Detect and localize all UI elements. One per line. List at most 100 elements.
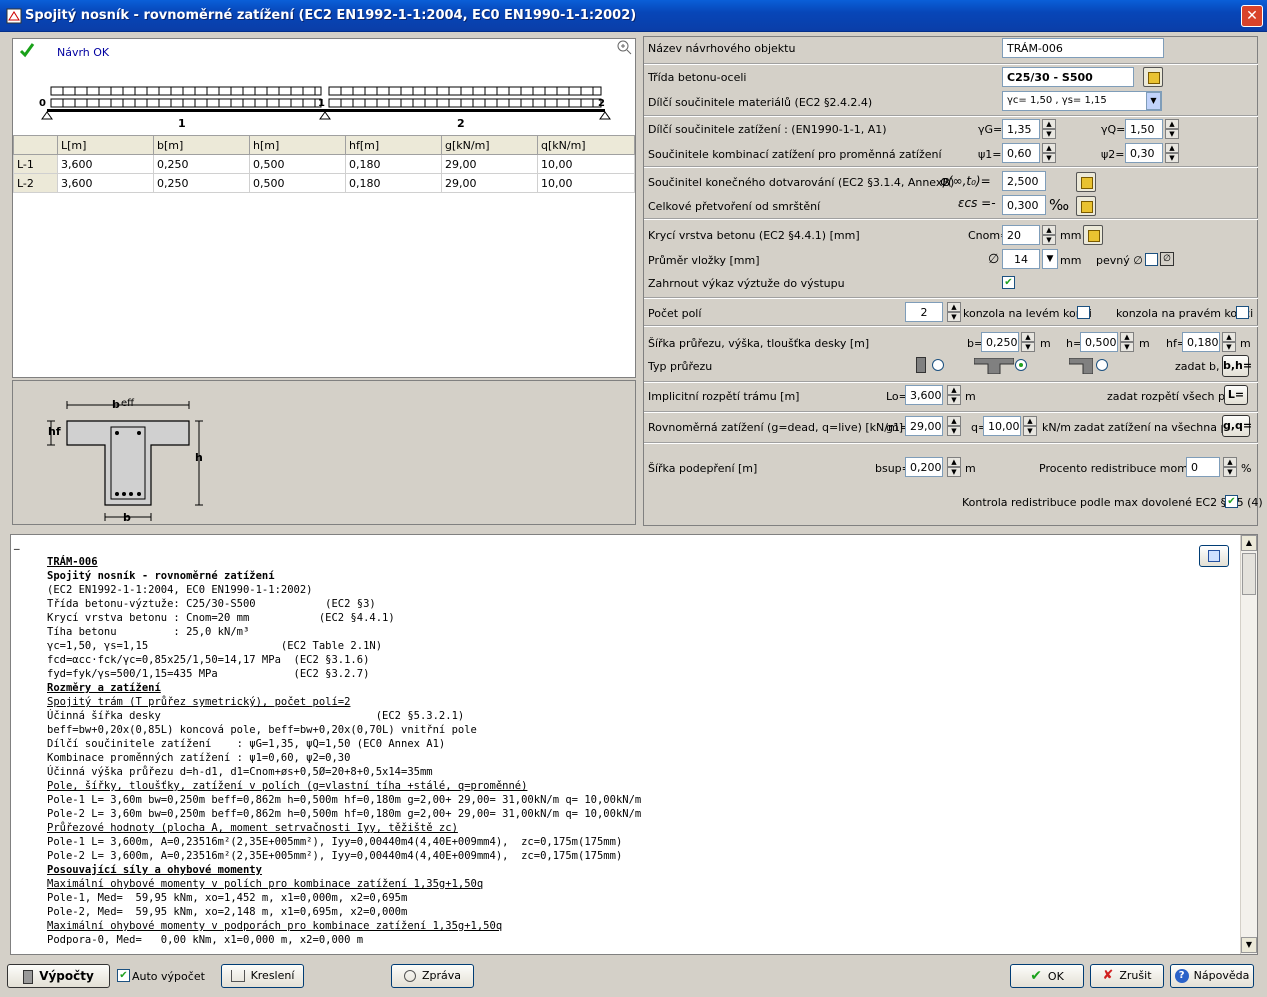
cnom-spinner[interactable]: ▲ ▼ xyxy=(1042,225,1056,245)
scroll-down-arrow[interactable]: ▼ xyxy=(1241,937,1257,953)
table-row[interactable]: L-2 3,600 0,250 0,500 0,180 29,00 10,00 xyxy=(13,173,635,193)
g1-input[interactable]: 29,00 xyxy=(905,416,943,436)
zoom-icon[interactable] xyxy=(616,39,632,55)
g1-spinner[interactable]: ▲ ▼ xyxy=(947,416,961,436)
redistribution-input[interactable]: 0 xyxy=(1186,457,1220,477)
table-cell[interactable]: 10,00 xyxy=(537,173,635,193)
gammaQ-input[interactable]: 1,50 xyxy=(1125,119,1163,139)
num-spans-spinner[interactable]: ▲ ▼ xyxy=(947,302,961,322)
hf-input[interactable]: 0,180 xyxy=(1182,332,1220,352)
report-output[interactable]: _ TRÁM-006 Spojitý nosník - rovnoměrné za… xyxy=(10,534,1258,955)
print-report-button[interactable] xyxy=(1199,545,1229,567)
table-header: g[kN/m] xyxy=(441,135,538,155)
q-spinner[interactable]: ▲ ▼ xyxy=(1023,416,1037,436)
table-cell[interactable]: 3,600 xyxy=(57,154,154,174)
cover-calc-button[interactable] xyxy=(1083,225,1103,245)
t-section-radio[interactable] xyxy=(1015,359,1027,371)
hf-spinner[interactable]: ▲ ▼ xyxy=(1222,332,1236,352)
object-name-input[interactable]: TRÁM-006 xyxy=(1002,38,1164,58)
help-button[interactable]: ? Nápověda xyxy=(1170,964,1254,988)
title-bar: Spojitý nosník - rovnoměrné zatížení (EC… xyxy=(0,0,1267,32)
h-spinner[interactable]: ▲ ▼ xyxy=(1120,332,1134,352)
calculations-button[interactable]: Výpočty xyxy=(7,964,110,988)
b-unit: m xyxy=(1040,337,1051,350)
creep-calc-button[interactable] xyxy=(1076,172,1096,192)
fixed-diameter-checkbox[interactable] xyxy=(1145,253,1158,266)
right-cantilever-checkbox[interactable] xyxy=(1236,306,1249,319)
magnifier-icon xyxy=(403,970,416,982)
support-label-0: 0 xyxy=(39,98,46,109)
table-row[interactable]: L-1 3,600 0,250 0,500 0,180 29,00 10,00 xyxy=(13,154,635,174)
table-cell[interactable]: 0,180 xyxy=(345,173,442,193)
cnom-input[interactable]: 20 xyxy=(1002,225,1040,245)
table-cell[interactable]: 29,00 xyxy=(441,154,538,174)
scroll-up-arrow[interactable]: ▲ xyxy=(1241,535,1257,551)
report-line: Kombinace proměnných zatížení : ψ1=0,60,… xyxy=(47,752,351,764)
material-factors-select[interactable]: γc= 1,50 , γs= 1,15 xyxy=(1002,91,1162,111)
h-input[interactable]: 0,500 xyxy=(1080,332,1118,352)
ok-button[interactable]: ✔ OK xyxy=(1010,964,1084,988)
include-rebar-checkbox[interactable]: ✔ xyxy=(1002,276,1015,289)
concrete-class-field[interactable]: C25/30 - S500 xyxy=(1002,67,1134,87)
rectangle-section-radio[interactable] xyxy=(932,359,944,371)
gammaG-label: γG= xyxy=(978,123,1003,136)
left-cantilever-checkbox[interactable] xyxy=(1077,306,1090,319)
right-cantilever-label: konzola na pravém konci xyxy=(1116,307,1254,320)
table-header: L[m] xyxy=(57,135,154,155)
table-cell[interactable]: 0,500 xyxy=(249,173,346,193)
table-cell[interactable]: 29,00 xyxy=(441,173,538,193)
set-load-button[interactable]: g,q= xyxy=(1222,415,1252,437)
shrink-calc-button[interactable] xyxy=(1076,196,1096,216)
b-spinner[interactable]: ▲ ▼ xyxy=(1021,332,1035,352)
num-spans-input[interactable]: 2 xyxy=(905,302,943,322)
auto-calc-checkbox[interactable]: ✔ xyxy=(117,969,130,982)
scroll-thumb[interactable] xyxy=(1242,553,1256,595)
psi2-input[interactable]: 0,30 xyxy=(1125,143,1163,163)
num-spans-label: Počet polí xyxy=(648,307,702,320)
support-width-label: Šířka podepření [m] xyxy=(648,462,758,475)
shrink-label: Celkové přetvoření od smrštění xyxy=(648,200,821,213)
bsup-input[interactable]: 0,200 xyxy=(905,457,943,477)
q-input[interactable]: 10,00 xyxy=(983,416,1021,436)
report-line: Účinná výška průřezu d=h-d1, d1=Cnom+øs+… xyxy=(47,766,433,778)
spans-table[interactable]: L[m] b[m] h[m] hf[m] g[kN/m] q[kN/m] L-1… xyxy=(13,135,635,193)
table-cell[interactable]: 0,180 xyxy=(345,154,442,174)
table-cell[interactable]: 10,00 xyxy=(537,154,635,174)
set-bh-button[interactable]: b,h= xyxy=(1222,355,1252,377)
lo-input[interactable]: 3,600 xyxy=(905,385,943,405)
set-span-button[interactable]: L= xyxy=(1224,385,1248,405)
psi2-spinner[interactable]: ▲ ▼ xyxy=(1165,143,1179,163)
redistribution-check-checkbox[interactable]: ✔ xyxy=(1225,495,1238,508)
report-line: Pole-2 L= 3,60m bw=0,250m beff=0,862m h=… xyxy=(47,808,642,820)
cancel-button[interactable]: ✘ Zrušit xyxy=(1090,964,1164,988)
table-cell[interactable]: 3,600 xyxy=(57,173,154,193)
gammaQ-spinner[interactable]: ▲ ▼ xyxy=(1165,119,1179,139)
l-section-radio[interactable] xyxy=(1096,359,1108,371)
lo-spinner[interactable]: ▲ ▼ xyxy=(947,385,961,405)
shrink-input[interactable]: 0,300 xyxy=(1002,195,1046,215)
table-cell[interactable]: 0,500 xyxy=(249,154,346,174)
report-line: beff=bw+0,20x(0,85L) koncová pole, beff=… xyxy=(47,724,477,736)
psi1-input[interactable]: 0,60 xyxy=(1002,143,1040,163)
bsup-spinner[interactable]: ▲ ▼ xyxy=(947,457,961,477)
l-section-icon xyxy=(1069,358,1093,374)
psi1-spinner[interactable]: ▲ ▼ xyxy=(1042,143,1056,163)
close-button[interactable]: ✕ xyxy=(1241,5,1263,27)
gammaG-input[interactable]: 1,35 xyxy=(1002,119,1040,139)
t-section-diagram xyxy=(47,401,203,521)
chevron-down-icon[interactable]: ▼ xyxy=(1042,249,1058,269)
gammaG-spinner[interactable]: ▲ ▼ xyxy=(1042,119,1056,139)
diameter-select[interactable]: 14 xyxy=(1002,249,1040,269)
b-input[interactable]: 0,250 xyxy=(981,332,1019,352)
report-scrollbar[interactable]: ▲ ▼ xyxy=(1240,535,1257,954)
creep-input[interactable]: 2,500 xyxy=(1002,171,1046,191)
report-button[interactable]: Zpráva xyxy=(391,964,474,988)
redistribution-spinner[interactable]: ▲ ▼ xyxy=(1223,457,1237,477)
fixed-diameter-symbol: ∅ xyxy=(1160,252,1174,266)
report-cursor: _ xyxy=(14,537,20,550)
concrete-select-button[interactable] xyxy=(1143,67,1163,87)
drawing-button[interactable]: Kreslení xyxy=(221,964,304,988)
table-cell[interactable]: 0,250 xyxy=(153,173,250,193)
chevron-down-icon[interactable]: ▼ xyxy=(1146,92,1161,110)
table-cell[interactable]: 0,250 xyxy=(153,154,250,174)
